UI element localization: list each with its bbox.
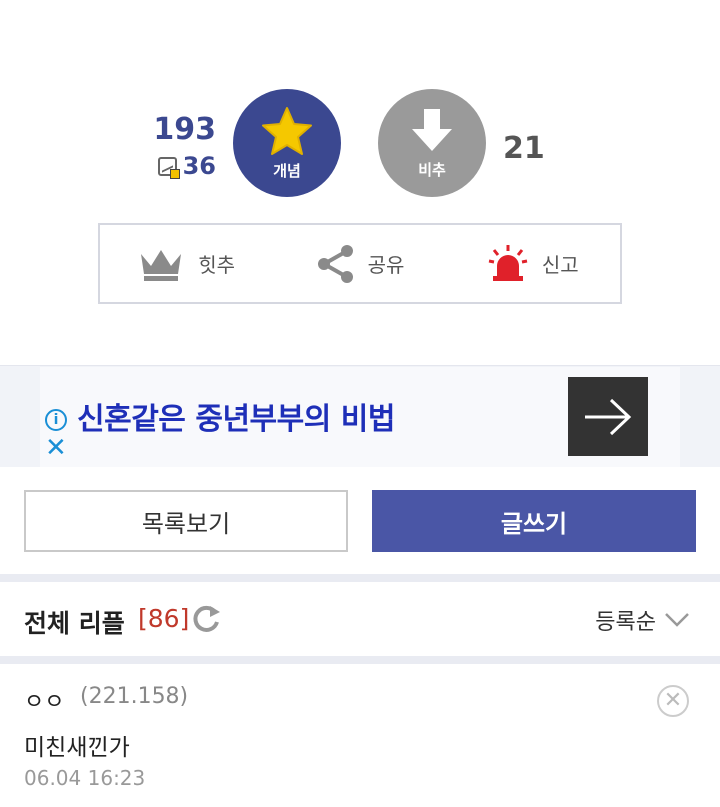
- report-button[interactable]: 신고: [447, 225, 620, 302]
- share-button[interactable]: 공유: [273, 225, 446, 302]
- ad-info-icon[interactable]: i: [45, 409, 67, 431]
- reply-title: 전체 리플: [24, 609, 125, 638]
- action-bar: 힛추 공유 신고: [98, 223, 622, 304]
- fixed-upvote-count: 36: [182, 152, 216, 180]
- chevron-down-icon: [665, 613, 689, 627]
- share-label: 공유: [367, 253, 405, 277]
- report-label: 신고: [541, 253, 579, 277]
- arrow-down-icon: [412, 108, 452, 151]
- reply-count: [86]: [138, 604, 190, 633]
- downvote-button[interactable]: 비추: [378, 89, 486, 197]
- reply-header: 전체 리플 [86] 등록순: [0, 582, 720, 656]
- downvote-label: 비추: [418, 160, 446, 179]
- hit-recommend-label: 힛추: [198, 253, 236, 277]
- sort-label: 등록순: [595, 610, 656, 635]
- downvote-count: 21: [503, 131, 545, 166]
- share-icon: [317, 244, 353, 283]
- hit-recommend-button[interactable]: 힛추: [100, 225, 273, 302]
- comment-delete-icon[interactable]: ✕: [657, 685, 689, 717]
- write-button[interactable]: 글쓰기: [372, 490, 696, 552]
- upvote-label: 개념: [273, 161, 301, 180]
- upvote-button[interactable]: 개념: [233, 89, 341, 197]
- comment-ip: (221.158): [80, 684, 189, 709]
- fixed-user-icon: [157, 156, 180, 179]
- arrow-right-icon: [585, 398, 632, 435]
- ad-arrow-button[interactable]: [568, 377, 648, 456]
- section-divider: [0, 574, 720, 582]
- ad-title[interactable]: 신혼같은 중년부부의 비법: [77, 394, 396, 438]
- refresh-icon[interactable]: [190, 602, 222, 636]
- comment-text: 미친새낀가: [24, 735, 130, 761]
- fixed-upvote-row: 36: [157, 152, 216, 180]
- ad-close-icon[interactable]: ✕: [45, 435, 69, 461]
- sort-dropdown[interactable]: 등록순: [595, 604, 690, 636]
- comment-date: 06.04 16:23: [24, 766, 146, 790]
- vote-section: 193 36 개념 비추 21 힛추 공유 신고: [0, 0, 720, 330]
- crown-icon: [141, 249, 182, 281]
- star-icon: [262, 106, 312, 155]
- comment-item: ㅇㅇ (221.158) ✕ 미친새낀가 06.04 16:23: [0, 666, 720, 807]
- siren-icon: [488, 244, 528, 281]
- comment-nickname[interactable]: ㅇㅇ: [24, 684, 64, 716]
- upvote-count: 193: [153, 112, 216, 147]
- reply-divider: [0, 656, 720, 664]
- list-button[interactable]: 목록보기: [24, 490, 348, 552]
